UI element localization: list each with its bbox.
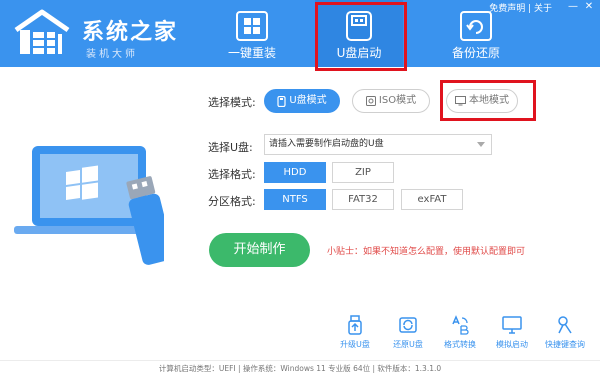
partition-exfat-button[interactable]: exFAT bbox=[401, 189, 463, 210]
logo-title: 系统之家 bbox=[82, 20, 179, 45]
tab-one-click-reinstall[interactable]: 一键重装 bbox=[208, 0, 296, 67]
minimize-button[interactable]: — bbox=[567, 2, 579, 12]
upgrade-usb-button[interactable]: 升级U盘 bbox=[333, 315, 377, 351]
usb-restore-icon bbox=[399, 317, 417, 333]
usb-mode-button[interactable]: U盘模式 bbox=[264, 89, 340, 113]
simulate-boot-button[interactable]: 模拟启动 bbox=[490, 315, 534, 351]
app-logo: 系统之家 装机大师 bbox=[12, 8, 222, 60]
partition-ntfs-button[interactable]: NTFS bbox=[264, 189, 326, 210]
usb-select-label: 选择U盘: bbox=[208, 141, 253, 154]
format-convert-button[interactable]: 格式转换 bbox=[438, 315, 482, 351]
format-convert-icon bbox=[452, 315, 469, 335]
iso-mode-button[interactable]: ISO模式 bbox=[352, 89, 430, 113]
tool-label: 升级U盘 bbox=[340, 340, 370, 349]
house-logo-icon bbox=[14, 9, 70, 54]
laptop-usb-illustration bbox=[14, 146, 164, 265]
tool-label: 快捷键查询 bbox=[545, 340, 585, 349]
tip-text: 小贴士：如果不知道怎么配置，使用默认配置即可 bbox=[327, 247, 526, 257]
tool-label: 格式转换 bbox=[444, 340, 476, 349]
usb-upgrade-icon bbox=[348, 315, 362, 335]
status-footer: 计算机启动类型：UEFI | 操作系统：Windows 11 专业版 64位 |… bbox=[0, 360, 600, 376]
mode-label: 选择模式: bbox=[208, 96, 256, 109]
usb-drive-select[interactable]: 请插入需要制作启动盘的U盘 bbox=[264, 134, 492, 155]
hotkey-query-button[interactable]: 快捷键查询 bbox=[543, 315, 587, 351]
usb-mode-label: U盘模式 bbox=[289, 95, 327, 106]
format-hdd-button[interactable]: HDD bbox=[264, 162, 326, 183]
format-label: 选择格式: bbox=[208, 168, 256, 181]
usb-tab-highlight-box bbox=[315, 2, 407, 71]
iso-mode-label: ISO模式 bbox=[378, 95, 417, 106]
logo-subtitle: 装机大师 bbox=[86, 49, 138, 60]
windows-icon bbox=[236, 11, 268, 41]
tool-label: 还原U盘 bbox=[393, 340, 423, 349]
format-zip-button[interactable]: ZIP bbox=[332, 162, 394, 183]
start-create-button[interactable]: 开始制作 bbox=[209, 233, 310, 267]
tab-label: 备份还原 bbox=[451, 46, 500, 60]
header-bar: 系统之家 装机大师 一键重装 U盘启动 备份还原 免费声明 | 关于 — ✕ bbox=[0, 0, 600, 67]
close-button[interactable]: ✕ bbox=[583, 2, 595, 12]
tab-label: 一键重装 bbox=[227, 46, 276, 60]
monitor-icon bbox=[502, 316, 522, 334]
top-links[interactable]: 免费声明 | 关于 bbox=[489, 1, 552, 14]
tool-label: 模拟启动 bbox=[496, 340, 528, 349]
usb-icon bbox=[277, 95, 286, 107]
partition-fat32-button[interactable]: FAT32 bbox=[332, 189, 394, 210]
disc-icon bbox=[365, 96, 376, 106]
partition-label: 分区格式: bbox=[208, 195, 256, 208]
restore-usb-button[interactable]: 还原U盘 bbox=[386, 315, 430, 351]
chevron-down-icon bbox=[477, 142, 485, 147]
key-search-icon bbox=[558, 316, 572, 334]
backup-restore-icon bbox=[460, 11, 492, 41]
usb-select-placeholder: 请插入需要制作启动盘的U盘 bbox=[269, 139, 384, 149]
local-mode-highlight-box bbox=[440, 80, 536, 121]
